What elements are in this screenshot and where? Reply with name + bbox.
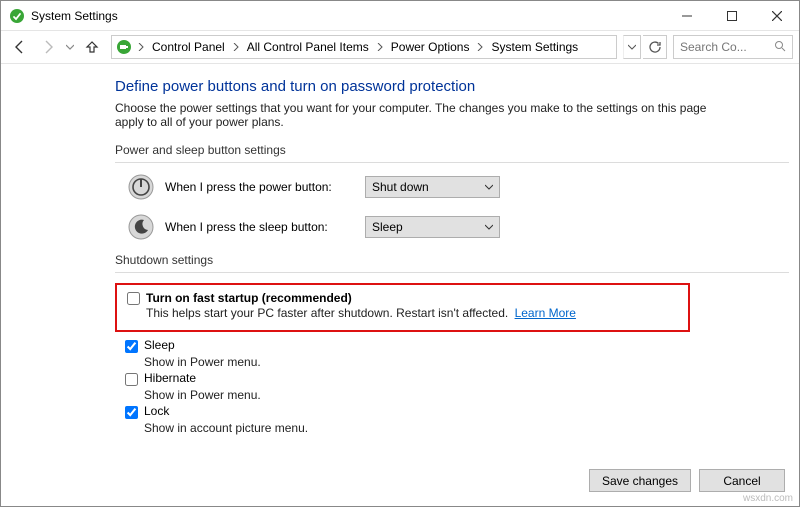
breadcrumb-all-items[interactable]: All Control Panel Items xyxy=(243,36,373,58)
chevron-right-icon xyxy=(229,43,243,51)
chevron-down-icon xyxy=(485,220,493,234)
search-input[interactable]: Search Co... xyxy=(673,35,793,59)
button-bar: Save changes Cancel xyxy=(589,469,785,492)
lock-checkbox[interactable] xyxy=(125,406,138,419)
app-icon xyxy=(9,8,25,24)
hibernate-option-desc: Show in Power menu. xyxy=(144,388,789,402)
section-power-heading: Power and sleep button settings xyxy=(115,143,789,163)
title-bar: System Settings xyxy=(1,1,799,31)
page-subtitle: Choose the power settings that you want … xyxy=(115,101,715,129)
cancel-button[interactable]: Cancel xyxy=(699,469,785,492)
sleep-action-value: Sleep xyxy=(372,220,403,234)
hibernate-checkbox[interactable] xyxy=(125,373,138,386)
forward-button[interactable] xyxy=(35,34,61,60)
fast-startup-checkbox[interactable] xyxy=(127,292,140,305)
chevron-down-icon xyxy=(485,180,493,194)
chevron-right-icon xyxy=(134,43,148,51)
power-button-row: When I press the power button: Shut down xyxy=(127,173,789,201)
breadcrumb-power-options[interactable]: Power Options xyxy=(387,36,474,58)
up-button[interactable] xyxy=(79,34,105,60)
maximize-button[interactable] xyxy=(709,1,754,30)
lock-option-desc: Show in account picture menu. xyxy=(144,421,789,435)
search-icon xyxy=(774,40,786,55)
learn-more-link[interactable]: Learn More xyxy=(515,306,576,320)
search-placeholder: Search Co... xyxy=(680,40,747,54)
sleep-button-label: When I press the sleep button: xyxy=(165,220,365,234)
content-area: Define power buttons and turn on passwor… xyxy=(1,64,799,435)
fast-startup-option: Turn on fast startup (recommended) This … xyxy=(127,290,682,320)
section-shutdown-heading: Shutdown settings xyxy=(115,253,789,273)
lock-option-title: Lock xyxy=(144,404,169,419)
refresh-button[interactable] xyxy=(643,35,667,59)
shutdown-options-list: Sleep Show in Power menu. Hibernate Show… xyxy=(125,338,789,435)
hibernate-option: Hibernate xyxy=(125,371,789,386)
power-icon xyxy=(127,173,155,201)
save-changes-button[interactable]: Save changes xyxy=(589,469,691,492)
sleep-option: Sleep xyxy=(125,338,789,353)
sleep-option-title: Sleep xyxy=(144,338,175,353)
sleep-button-action-select[interactable]: Sleep xyxy=(365,216,500,238)
close-button[interactable] xyxy=(754,1,799,30)
breadcrumb-control-panel[interactable]: Control Panel xyxy=(148,36,229,58)
power-button-label: When I press the power button: xyxy=(165,180,365,194)
chevron-right-icon xyxy=(373,43,387,51)
hibernate-option-title: Hibernate xyxy=(144,371,196,386)
minimize-button[interactable] xyxy=(664,1,709,30)
back-button[interactable] xyxy=(7,34,33,60)
nav-bar: Control Panel All Control Panel Items Po… xyxy=(1,31,799,63)
fast-startup-title: Turn on fast startup (recommended) xyxy=(146,290,576,306)
sleep-option-desc: Show in Power menu. xyxy=(144,355,789,369)
page-title: Define power buttons and turn on passwor… xyxy=(115,78,789,95)
window-title: System Settings xyxy=(31,9,118,23)
power-action-value: Shut down xyxy=(372,180,429,194)
breadcrumb-system-settings[interactable]: System Settings xyxy=(487,36,582,58)
sleep-button-row: When I press the sleep button: Sleep xyxy=(127,213,789,241)
fast-startup-desc: This helps start your PC faster after sh… xyxy=(146,306,576,320)
sleep-checkbox[interactable] xyxy=(125,340,138,353)
recent-locations-button[interactable] xyxy=(63,34,77,60)
breadcrumb[interactable]: Control Panel All Control Panel Items Po… xyxy=(111,35,617,59)
fast-startup-highlight: Turn on fast startup (recommended) This … xyxy=(115,283,690,332)
watermark: wsxdn.com xyxy=(743,493,793,504)
sleep-icon xyxy=(127,213,155,241)
power-button-action-select[interactable]: Shut down xyxy=(365,176,500,198)
chevron-right-icon xyxy=(473,43,487,51)
address-history-button[interactable] xyxy=(623,35,641,59)
lock-option: Lock xyxy=(125,404,789,419)
power-options-icon xyxy=(116,39,132,55)
